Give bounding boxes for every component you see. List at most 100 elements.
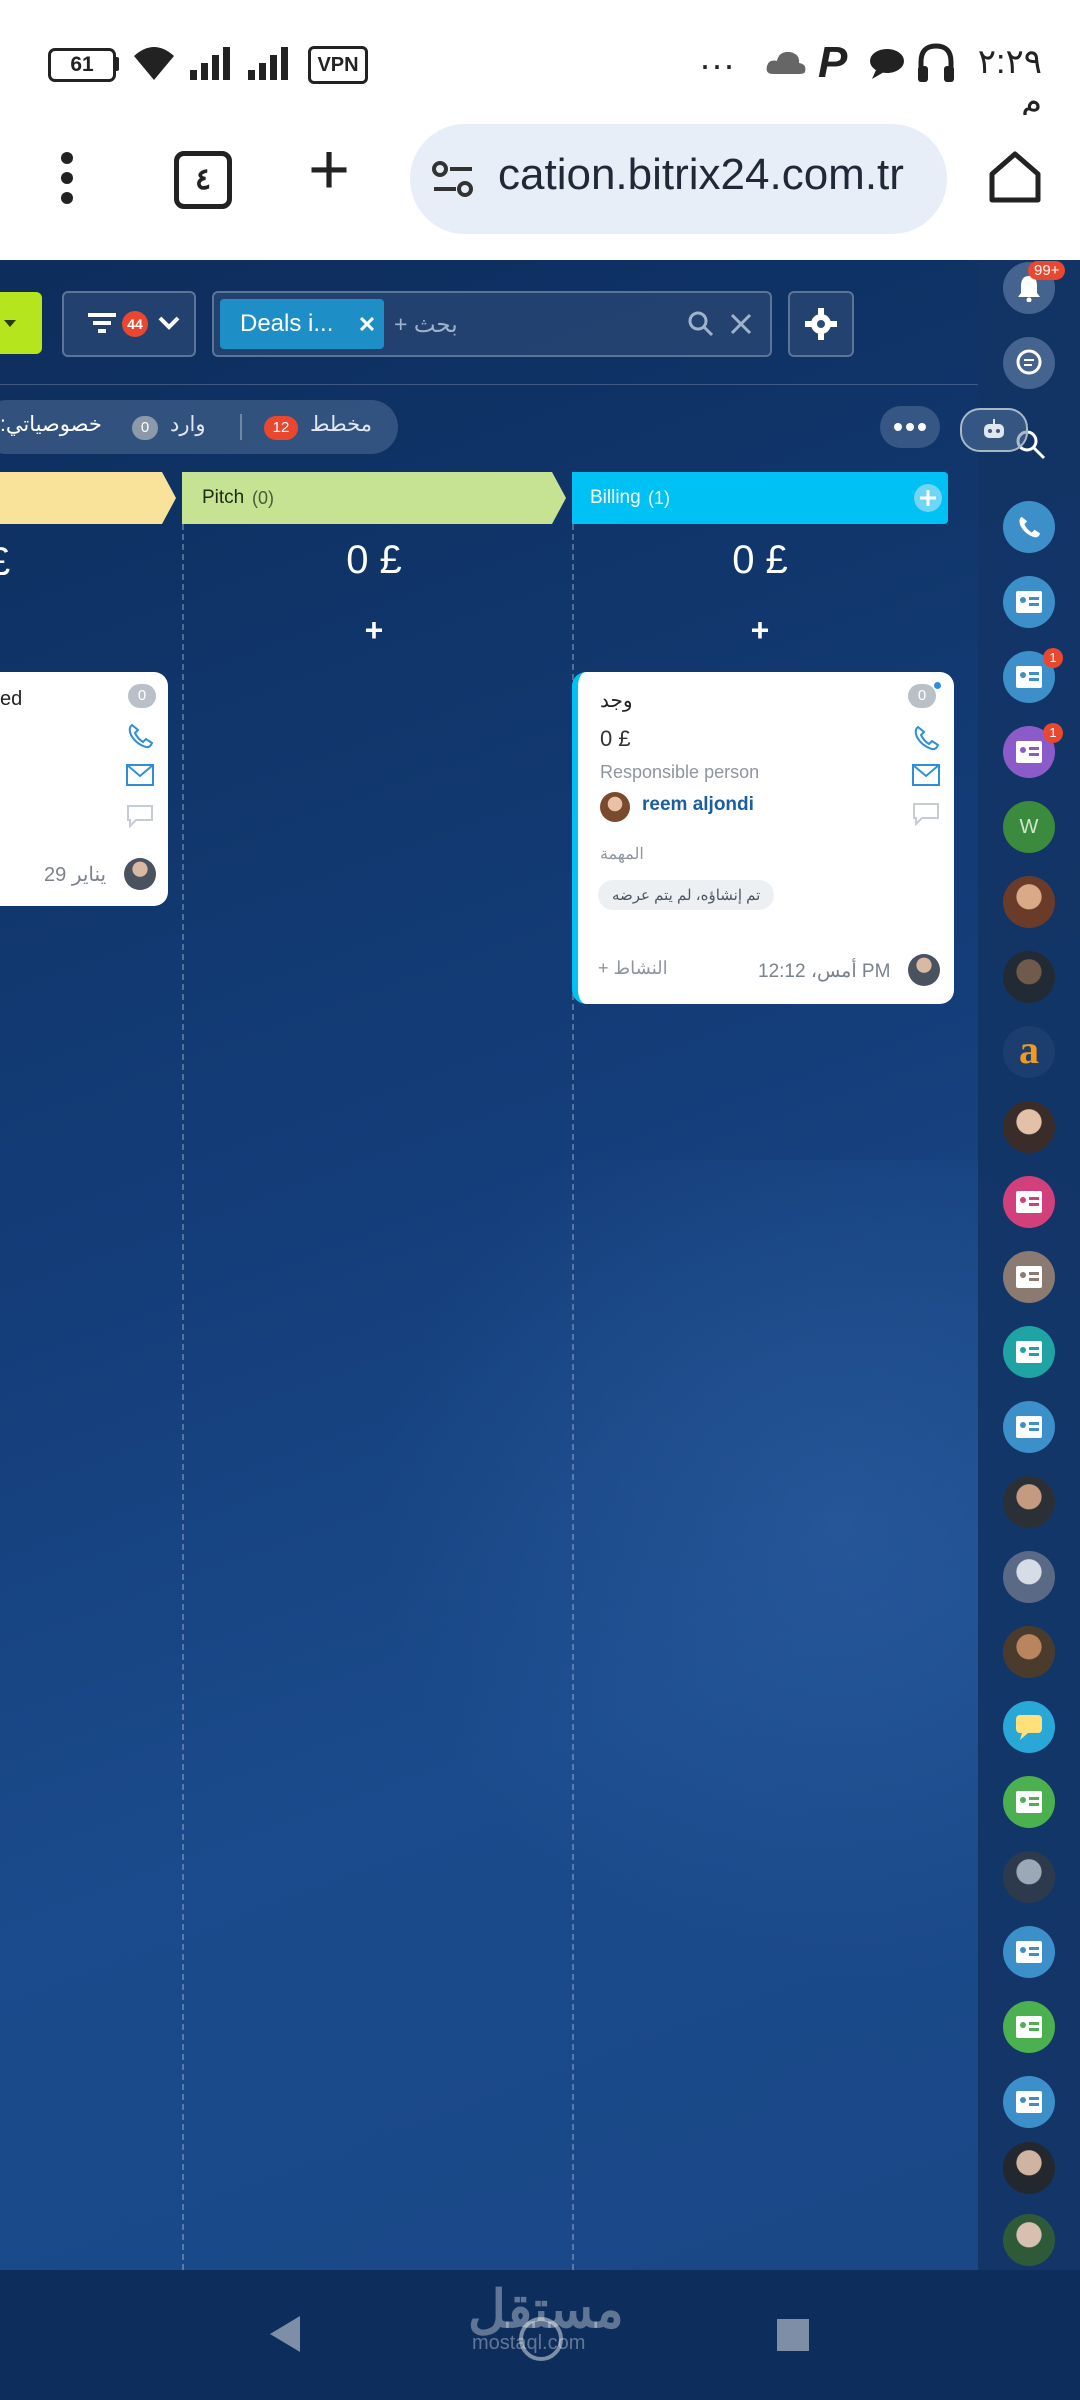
- id-card-icon: [1016, 741, 1042, 763]
- avatar-letter: a: [1019, 1027, 1039, 1072]
- stage-header-billing[interactable]: Billing (1): [572, 472, 948, 524]
- phone-icon[interactable]: [126, 722, 154, 750]
- avatar[interactable]: [1003, 2214, 1055, 2266]
- id-card-icon: [1016, 1791, 1042, 1813]
- wifi-icon: [134, 47, 174, 80]
- contact-card-icon[interactable]: [1003, 1401, 1055, 1453]
- caret-down-icon: [4, 320, 16, 327]
- filter-count-badge: 44: [122, 311, 148, 337]
- stage-total-billing: 0 £: [732, 538, 788, 582]
- planned-label[interactable]: مخطط: [310, 412, 372, 437]
- comment-icon[interactable]: [912, 802, 940, 826]
- id-card-icon: [1016, 2016, 1042, 2038]
- avatar[interactable]: [1003, 1101, 1055, 1153]
- unread-badge: 1: [1043, 723, 1063, 743]
- site-settings-icon[interactable]: [432, 160, 474, 198]
- contact-card-icon[interactable]: [1003, 2076, 1055, 2128]
- add-stage-button[interactable]: [914, 484, 942, 512]
- contact-call-icon[interactable]: [1003, 501, 1055, 553]
- battery-icon: 61: [48, 48, 116, 82]
- avatar: [124, 858, 156, 890]
- filter-presets-button[interactable]: 44: [62, 291, 196, 357]
- phone-icon[interactable]: [912, 724, 940, 752]
- vpn-badge: VPN: [308, 46, 368, 84]
- chip-remove-icon[interactable]: [360, 317, 374, 331]
- url-text[interactable]: cation.bitrix24.com.tr: [498, 150, 928, 200]
- mail-icon[interactable]: [912, 764, 940, 786]
- filter-chip[interactable]: Deals i...: [220, 299, 384, 349]
- settings-button[interactable]: [788, 291, 854, 357]
- watermark-arabic: مستقل: [468, 2281, 624, 2339]
- avatar[interactable]: [1003, 876, 1055, 928]
- chat-group-icon[interactable]: [1003, 1701, 1055, 1753]
- avatar[interactable]: [1003, 1851, 1055, 1903]
- deal-title-partial: ed: [0, 688, 23, 710]
- avatar[interactable]: [1003, 2142, 1055, 2194]
- contact-card-icon[interactable]: [1003, 1251, 1055, 1303]
- counter-divider: [240, 414, 242, 440]
- kebab-icon: [61, 152, 73, 204]
- notifications-badge: 99+: [1028, 261, 1066, 280]
- robot-icon: [984, 419, 1004, 438]
- stage-count-pitch: (0): [252, 488, 274, 508]
- chat-list-button[interactable]: [1003, 337, 1055, 389]
- search-box[interactable]: Deals i... + بحث: [212, 291, 772, 357]
- browser-menu-button[interactable]: [50, 150, 84, 206]
- task-status-chip[interactable]: تم إنشاؤه، لم يتم عرضه: [598, 880, 775, 910]
- filter-chip-label: Deals i...: [240, 310, 334, 337]
- avatar[interactable]: [1003, 951, 1055, 1003]
- more-options-button[interactable]: [880, 406, 940, 448]
- contact-card-icon[interactable]: [1003, 576, 1055, 628]
- responsible-label: Responsible person: [600, 762, 760, 782]
- specifics-label[interactable]: :خصوصياتي: [0, 412, 102, 437]
- responsible-name[interactable]: reem aljondi: [642, 794, 754, 816]
- avatar[interactable]: [1003, 1626, 1055, 1678]
- mail-icon[interactable]: [126, 764, 154, 786]
- search-icon[interactable]: [688, 311, 714, 337]
- add-deal-billing[interactable]: +: [572, 612, 948, 649]
- back-icon[interactable]: [266, 2314, 302, 2354]
- battery-tip: [114, 57, 119, 71]
- add-deal-button[interactable]: [0, 292, 42, 354]
- deal-timestamp: أمس، 12:12 PM: [758, 961, 891, 982]
- comment-icon[interactable]: [126, 804, 154, 828]
- avatar[interactable]: [1003, 1476, 1055, 1528]
- planned-count: 12: [264, 416, 298, 440]
- id-card-icon: [1016, 1266, 1042, 1288]
- search-placeholder[interactable]: + بحث: [394, 293, 458, 355]
- plus-icon: [920, 490, 936, 506]
- contact-card-icon[interactable]: [1003, 1776, 1055, 1828]
- contact-card-icon[interactable]: [1003, 1176, 1055, 1228]
- deal-card[interactable]: وجد 0 0 £ Responsible person reem aljond…: [572, 672, 954, 1004]
- recents-icon[interactable]: [776, 2318, 810, 2352]
- tabs-button[interactable]: ٤: [174, 151, 232, 209]
- incoming-label[interactable]: وارد: [170, 412, 205, 437]
- chat-icon: [1016, 1715, 1042, 1740]
- new-tab-button[interactable]: +: [308, 134, 368, 206]
- contact-avatar-a[interactable]: a: [1003, 1026, 1055, 1078]
- deal-badge-partial: 0: [128, 684, 156, 708]
- deal-amount: 0 £: [600, 726, 631, 751]
- deal-title[interactable]: وجد: [600, 688, 633, 713]
- stage-total-prev: £: [0, 540, 10, 585]
- clear-search-icon[interactable]: [730, 313, 752, 335]
- copilot-button[interactable]: [960, 408, 1028, 452]
- parking-icon: P: [818, 38, 848, 87]
- contact-card-icon[interactable]: [1003, 1326, 1055, 1378]
- deal-card-partial[interactable]: ed 0 29 يناير: [0, 672, 168, 906]
- gear-icon: [805, 308, 837, 340]
- id-card-icon: [1016, 666, 1042, 688]
- add-deal-pitch[interactable]: +: [182, 612, 566, 649]
- home-icon[interactable]: [988, 150, 1042, 204]
- stage-header-pitch[interactable]: Pitch (0): [182, 472, 566, 524]
- add-activity-link[interactable]: + النشاط: [598, 958, 668, 979]
- status-bar: 61 VPN ... P ٢:٢٩ م: [0, 0, 1080, 121]
- contact-avatar-w[interactable]: W: [1003, 801, 1055, 853]
- task-label: المهمة: [600, 846, 644, 863]
- contact-card-icon[interactable]: [1003, 2001, 1055, 2053]
- stage-header-prev[interactable]: [0, 472, 176, 524]
- avatar[interactable]: [1003, 1551, 1055, 1603]
- deal-badge: 0: [908, 684, 936, 708]
- stage-count-billing: (1): [648, 488, 670, 508]
- contact-card-icon[interactable]: [1003, 1926, 1055, 1978]
